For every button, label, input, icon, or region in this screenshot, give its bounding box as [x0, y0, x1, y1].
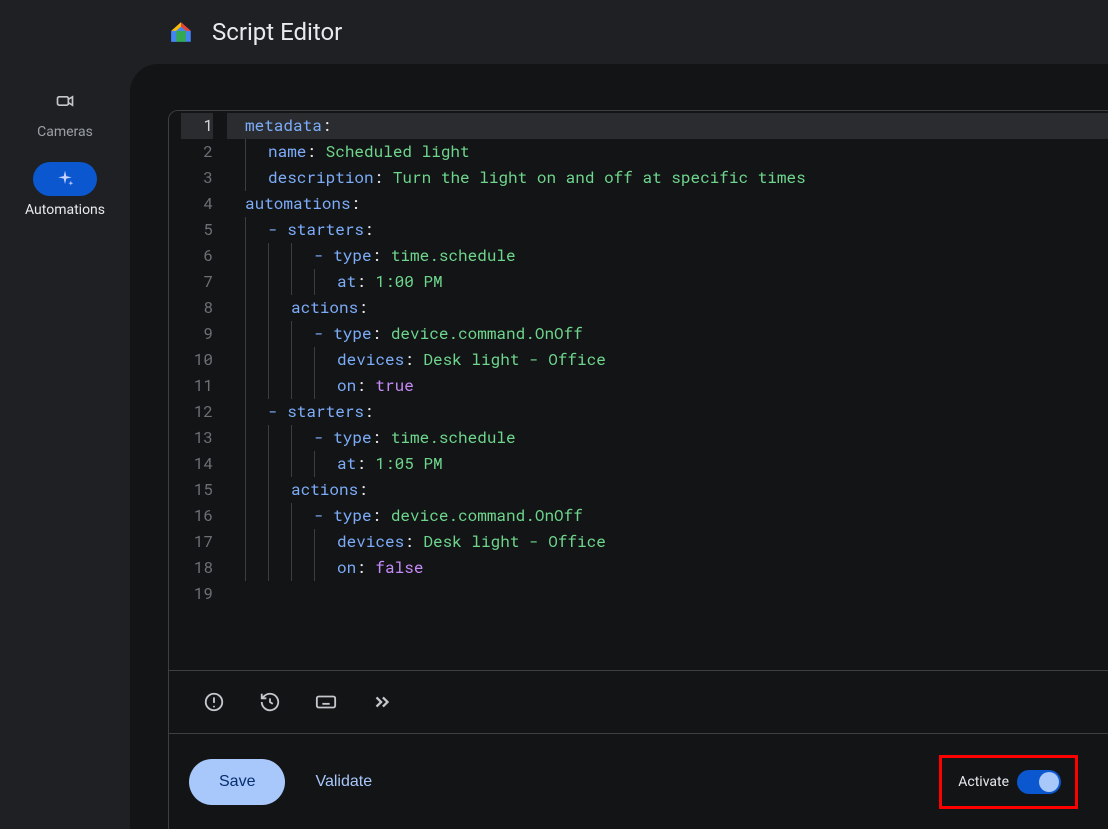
google-home-logo-icon — [168, 19, 194, 45]
code-line[interactable]: description: Turn the light on and off a… — [227, 165, 1108, 191]
error-info-icon[interactable] — [203, 691, 225, 713]
code-line[interactable]: - type: device.command.OnOff — [227, 321, 1108, 347]
line-number: 19 — [181, 581, 213, 607]
editor-toolbar — [168, 671, 1108, 733]
code-line[interactable] — [227, 581, 1108, 607]
line-number: 2 — [181, 139, 213, 165]
code-line[interactable]: at: 1:00 PM — [227, 269, 1108, 295]
line-number: 6 — [181, 243, 213, 269]
line-number-gutter: 12345678910111213141516171819 — [169, 111, 223, 670]
code-line[interactable]: - starters: — [227, 217, 1108, 243]
activate-toggle[interactable] — [1017, 770, 1061, 794]
camera-icon — [55, 91, 75, 111]
code-line[interactable]: devices: Desk light - Office — [227, 347, 1108, 373]
line-number: 5 — [181, 217, 213, 243]
line-number: 7 — [181, 269, 213, 295]
line-number: 3 — [181, 165, 213, 191]
line-number: 16 — [181, 503, 213, 529]
code-area[interactable]: metadata:name: Scheduled lightdescriptio… — [223, 111, 1108, 670]
sidebar-item-label: Automations — [25, 202, 105, 218]
code-line[interactable]: devices: Desk light - Office — [227, 529, 1108, 555]
line-number: 15 — [181, 477, 213, 503]
page-title: Script Editor — [212, 18, 342, 46]
main-panel: 12345678910111213141516171819 metadata:n… — [130, 64, 1108, 829]
sparkle-icon — [55, 169, 75, 189]
line-number: 9 — [181, 321, 213, 347]
code-line[interactable]: automations: — [227, 191, 1108, 217]
code-line[interactable]: on: true — [227, 373, 1108, 399]
line-number: 11 — [181, 373, 213, 399]
activate-highlight-region: Activate — [939, 755, 1078, 809]
line-number: 17 — [181, 529, 213, 555]
code-line[interactable]: - type: device.command.OnOff — [227, 503, 1108, 529]
activate-label: Activate — [958, 774, 1009, 790]
code-line[interactable]: - type: time.schedule — [227, 425, 1108, 451]
code-line[interactable]: metadata: — [227, 113, 1108, 139]
line-number: 8 — [181, 295, 213, 321]
history-icon[interactable] — [259, 691, 281, 713]
keyboard-icon[interactable] — [315, 691, 337, 713]
editor-footer: Save Validate Activate — [168, 733, 1108, 829]
code-line[interactable]: name: Scheduled light — [227, 139, 1108, 165]
code-line[interactable]: - starters: — [227, 399, 1108, 425]
more-chevrons-icon[interactable] — [371, 691, 393, 713]
line-number: 13 — [181, 425, 213, 451]
sidebar-item-automations[interactable]: Automations — [0, 162, 130, 218]
code-editor[interactable]: 12345678910111213141516171819 metadata:n… — [168, 110, 1108, 671]
top-bar: Script Editor — [0, 0, 1108, 64]
code-line[interactable]: actions: — [227, 477, 1108, 503]
line-number: 4 — [181, 191, 213, 217]
validate-button[interactable]: Validate — [315, 773, 372, 791]
line-number: 1 — [181, 113, 213, 139]
line-number: 14 — [181, 451, 213, 477]
code-line[interactable]: at: 1:05 PM — [227, 451, 1108, 477]
sidebar-item-cameras[interactable]: Cameras — [0, 84, 130, 140]
line-number: 10 — [181, 347, 213, 373]
code-line[interactable]: - type: time.schedule — [227, 243, 1108, 269]
code-line[interactable]: on: false — [227, 555, 1108, 581]
code-line[interactable]: actions: — [227, 295, 1108, 321]
line-number: 12 — [181, 399, 213, 425]
sidebar-item-label: Cameras — [37, 124, 93, 140]
save-button[interactable]: Save — [189, 759, 285, 805]
line-number: 18 — [181, 555, 213, 581]
left-sidebar: Cameras Automations — [0, 64, 130, 829]
